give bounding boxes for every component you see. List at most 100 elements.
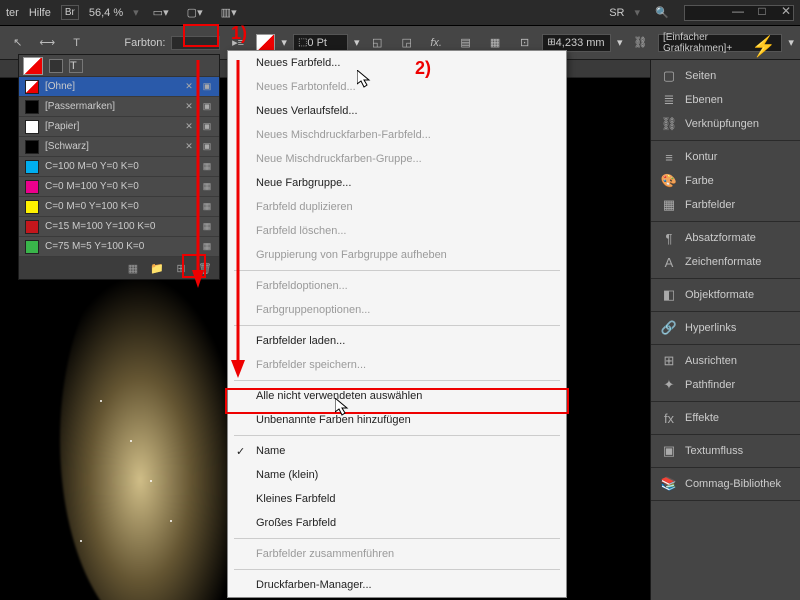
swatch-row[interactable]: C=100 M=0 Y=0 K=0 ▦	[19, 157, 219, 177]
swatch-type-icon	[183, 161, 195, 173]
view-icon[interactable]: ▭▾	[149, 1, 173, 25]
menu-item: Farbfeldoptionen...	[228, 274, 566, 298]
close-button[interactable]: ✕	[778, 4, 794, 18]
flash-icon: ⚡	[751, 34, 776, 59]
swatch-name: C=0 M=0 Y=100 K=0	[45, 201, 177, 212]
swatches-flyout-menu: Neues Farbfeld...Neues Farbtonfeld...Neu…	[227, 50, 567, 598]
panel-tab[interactable]: A Zeichenformate	[651, 250, 800, 274]
panel-label: Commag-Bibliothek	[685, 478, 781, 490]
swatch-type-icon	[183, 221, 195, 233]
panel-icon: ◧	[661, 287, 677, 303]
menu-item[interactable]: Name (klein)	[228, 463, 566, 487]
link-icon[interactable]: ⛓	[629, 31, 652, 55]
swatch-row[interactable]: [Ohne] ✕ ▣	[19, 77, 219, 97]
selection-icon[interactable]: ↖	[6, 31, 29, 55]
panel-tab[interactable]: 🔗Hyperlinks	[651, 316, 800, 340]
swatch-mode-icon: ▣	[201, 121, 213, 133]
panel-icon: ⊞	[661, 353, 677, 369]
swatch-name: [Passermarken]	[45, 101, 177, 112]
menu-item[interactable]: Neues Verlaufsfeld...	[228, 99, 566, 123]
swatch-row[interactable]: [Schwarz] ✕ ▣	[19, 137, 219, 157]
panel-tab[interactable]: ⛓Verknüpfungen	[651, 112, 800, 136]
menu-item[interactable]: Kleines Farbfeld	[228, 487, 566, 511]
panel-tab[interactable]: ◧Objektformate	[651, 283, 800, 307]
swatch-row[interactable]: C=0 M=0 Y=100 K=0 ▦	[19, 197, 219, 217]
menu-help[interactable]: Hilfe	[29, 7, 51, 19]
swatch-name: C=0 M=100 Y=0 K=0	[45, 181, 177, 192]
zoom-level[interactable]: 56,4 %	[89, 7, 123, 19]
bridge-button[interactable]: Br	[61, 5, 79, 20]
panel-label: Seiten	[685, 70, 716, 82]
swatch-type-icon: ✕	[183, 141, 195, 153]
panel-tab[interactable]: 🎨Farbe	[651, 169, 800, 193]
panel-tab[interactable]: ▦Farbfelder	[651, 193, 800, 217]
menu-item: Farbgruppenoptionen...	[228, 298, 566, 322]
arrange-icon[interactable]: ▥▾	[217, 1, 241, 25]
swatch-mode-icon: ▣	[201, 81, 213, 93]
panel-icon: A	[661, 254, 677, 270]
menu-item[interactable]: Farbfelder laden...	[228, 329, 566, 353]
gap-icon[interactable]: ⟷	[35, 31, 58, 55]
panel-label: Zeichenformate	[685, 256, 761, 268]
swatch-type-icon	[183, 181, 195, 193]
panel-label: Farbe	[685, 175, 714, 187]
menu-item: Farbfeld duplizieren	[228, 195, 566, 219]
workspace-label[interactable]: SR	[609, 7, 624, 19]
stroke-proxy[interactable]	[49, 59, 63, 73]
tint-label: Farbton:	[124, 37, 165, 49]
menu-item[interactable]: Name	[228, 439, 566, 463]
menu-item[interactable]: Großes Farbfeld	[228, 511, 566, 535]
menu-item[interactable]: Druckfarben-Manager...	[228, 573, 566, 597]
panel-tab[interactable]: ✦ Pathfinder	[651, 373, 800, 397]
fill-swatch[interactable]	[256, 34, 276, 52]
panel-tab[interactable]: 📚 Commag-Bibliothek	[651, 472, 800, 496]
panel-icon: ✦	[661, 377, 677, 393]
swatch-mode-icon: ▦	[201, 221, 213, 233]
panel-icon: ¶	[661, 230, 677, 246]
stroke-weight[interactable]: ⬚ 0 Pt	[293, 34, 348, 52]
panel-tab[interactable]: ▣Textumfluss	[651, 439, 800, 463]
menu-item[interactable]: Neue Farbgruppe...	[228, 171, 566, 195]
swatch-row[interactable]: C=15 M=100 Y=100 K=0 ▦	[19, 217, 219, 237]
swatch-type-icon: ✕	[183, 121, 195, 133]
swatch-chip	[25, 80, 39, 94]
mm-field[interactable]: ⊞ 4,233 mm	[542, 34, 611, 52]
panel-label: Pathfinder	[685, 379, 735, 391]
panel-tab[interactable]: ⊞ Ausrichten	[651, 349, 800, 373]
panel-tab[interactable]: ▢Seiten	[651, 64, 800, 88]
swatch-row[interactable]: [Papier] ✕ ▣	[19, 117, 219, 137]
text-proxy[interactable]: T	[69, 59, 83, 73]
swatch-row[interactable]: [Passermarken] ✕ ▣	[19, 97, 219, 117]
window-controls: — □ ✕	[730, 4, 794, 18]
minimize-button[interactable]: —	[730, 4, 746, 18]
panel-label: Ausrichten	[685, 355, 737, 367]
swatches-header: T	[19, 55, 219, 77]
panel-icon: ▣	[661, 443, 677, 459]
swatch-chip	[25, 160, 39, 174]
type-icon[interactable]: T	[65, 31, 88, 55]
panel-tab[interactable]: ≣Ebenen	[651, 88, 800, 112]
maximize-button[interactable]: □	[754, 4, 770, 18]
menu-item[interactable]: ter	[6, 7, 19, 19]
swatch-type-icon: ✕	[183, 101, 195, 113]
menu-item[interactable]: Neues Farbfeld...	[228, 51, 566, 75]
fill-proxy[interactable]	[23, 57, 43, 75]
swatch-row[interactable]: C=0 M=100 Y=0 K=0 ▦	[19, 177, 219, 197]
panel-label: Ebenen	[685, 94, 723, 106]
swatch-mode-icon: ▦	[201, 241, 213, 253]
swatch-name: C=100 M=0 Y=0 K=0	[45, 161, 177, 172]
panel-label: Effekte	[685, 412, 719, 424]
panel-icon: ≡	[661, 149, 677, 165]
new-group-icon[interactable]: 📁	[149, 260, 165, 276]
swatch-name: [Papier]	[45, 121, 177, 132]
swatch-name: C=15 M=100 Y=100 K=0	[45, 221, 177, 232]
screen-icon[interactable]: ▢▾	[183, 1, 207, 25]
panel-tab[interactable]: fxEffekte	[651, 406, 800, 430]
show-all-icon[interactable]: ▦	[125, 260, 141, 276]
swatch-chip	[25, 140, 39, 154]
panel-label: Absatzformate	[685, 232, 756, 244]
panel-tab[interactable]: ¶ Absatzformate	[651, 226, 800, 250]
menu-item: Neues Mischdruckfarben-Farbfeld...	[228, 123, 566, 147]
panel-icon: 📚	[661, 476, 677, 492]
panel-tab[interactable]: ≡Kontur	[651, 145, 800, 169]
